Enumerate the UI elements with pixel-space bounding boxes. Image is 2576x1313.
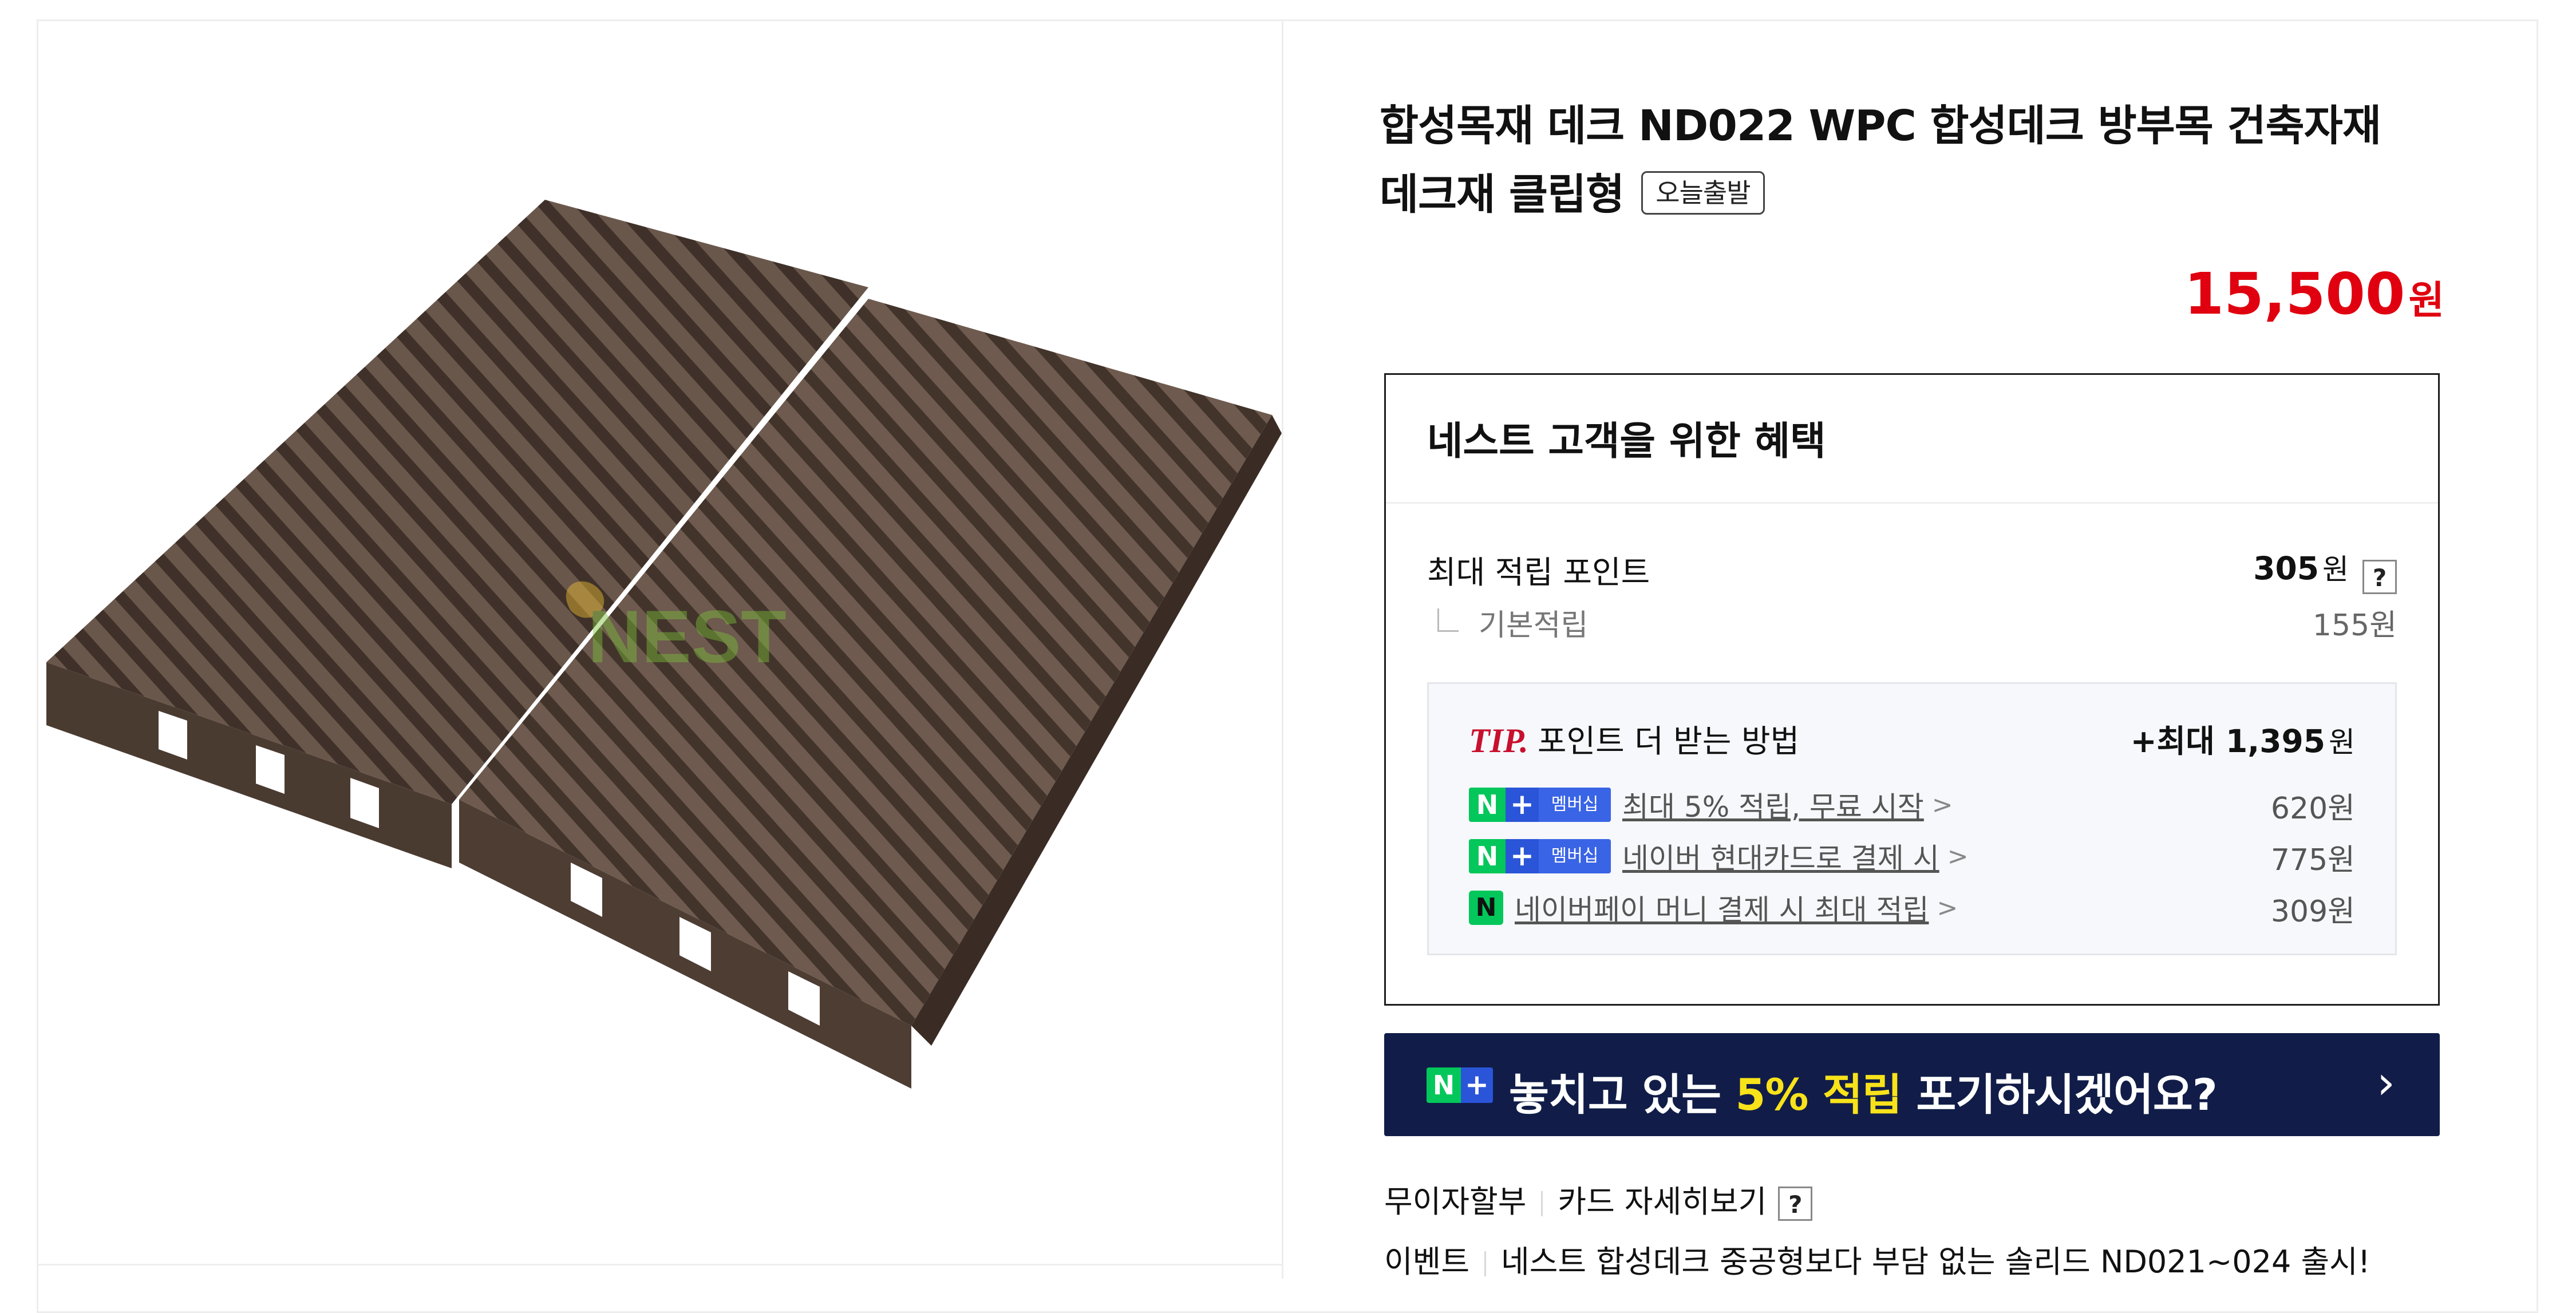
tip-item-naver-pay[interactable]: N 네이버페이 머니 결제 시 최대 적립 > 309원 [1469,887,2355,929]
tip-item-membership[interactable]: N + 멤버십 최대 5% 적립, 무료 시작 > 620원 [1469,784,2355,826]
badge-plus: + [1506,839,1539,873]
product-title-text: 합성목재 데크 ND022 WPC 합성데크 방부목 건축자재 데크재 클립형 [1380,101,2381,219]
separator [1541,1191,1543,1217]
tip-item-link[interactable]: 최대 5% 적립, 무료 시작 [1622,790,1924,824]
badge-n: N [1469,839,1506,873]
benefits-box: 네스트 고객을 위한 혜택 최대 적립 포인트 305 원? 기본적립 155원 … [1384,373,2440,1006]
column-divider [1282,19,1283,1279]
card-detail-link[interactable]: 카드 자세히보기 [1558,1184,1767,1220]
naver-pay-icon: N [1469,891,1503,925]
event-label: 이벤트 [1384,1244,1470,1280]
product-title: 합성목재 데크 ND022 WPC 합성데크 방부목 건축자재 데크재 클립형 오… [1380,92,2427,229]
event-text[interactable]: 네스트 합성데크 중공형보다 부담 없는 솔리드 ND021~024 출시! [1501,1244,2370,1280]
banner-text-after: 포기하시겠어요? [1916,1069,2218,1120]
tip-item-link[interactable]: 네이버 현대카드로 결제 시 [1622,842,1939,875]
badge-n: N [1427,1067,1461,1103]
max-points-help-button[interactable]: ? [2362,559,2397,594]
banner-text-highlight: 5% 적립 [1735,1069,1902,1120]
base-points-label: 기본적립 [1479,608,1589,643]
tree-corner-icon [1437,608,1459,632]
benefits-divider [1386,502,2438,504]
svg-text:NEST: NEST [588,595,787,678]
same-day-shipping-badge: 오늘출발 [1641,171,1765,215]
max-points-unit: 원 [2322,553,2349,586]
nest-watermark: NEST [566,581,787,678]
installment-row: 무이자할부 카드 자세히보기? [1384,1176,1813,1221]
banner-text: 놓치고 있는 5% 적립 포기하시겠어요? [1509,1059,2218,1122]
tip-title: 포인트 더 받는 방법 [1537,723,1800,760]
chevron-right-icon: › [2377,1056,2395,1109]
tip-max-unit: 원 [2329,726,2355,759]
max-points-value-wrap: 305 원? [2253,547,2397,594]
tip-item-link[interactable]: 네이버페이 머니 결제 시 최대 적립 [1515,893,1929,927]
chevron-right-icon: > [1931,790,1953,820]
event-row: 이벤트 네스트 합성데크 중공형보다 부담 없는 솔리드 ND021~024 출시… [1384,1236,2370,1282]
badge-plus: + [1461,1067,1493,1103]
base-points-row: 기본적립 155원 [1427,601,2397,644]
membership-banner[interactable]: N + 놓치고 있는 5% 적립 포기하시겠어요? › [1384,1033,2440,1136]
benefits-heading: 네스트 고객을 위한 혜택 [1427,419,1826,464]
chevron-right-icon: > [1947,841,1969,871]
tip-max-points: +최대 1,395 원 [2131,715,2355,761]
tip-item-hyundai-card[interactable]: N + 멤버십 네이버 현대카드로 결제 시 > 775원 [1469,836,2355,877]
tip-max-value: +최대 1,395 [2130,723,2325,760]
chevron-right-icon: > [1937,893,1958,923]
tip-item-amount: 775원 [2270,843,2355,877]
gallery-bottom-divider [37,1264,1283,1265]
base-points-value: 155원 [2312,608,2397,643]
naver-plus-membership-icon: N + 멤버십 [1469,788,1611,822]
product-image[interactable]: NEST [38,21,1282,1263]
naver-plus-membership-icon: N + 멤버십 [1469,839,1611,873]
tip-item-amount: 309원 [2270,895,2355,929]
product-price: 15,500원 [2184,260,2444,327]
max-points-row: 최대 적립 포인트 305 원? [1427,547,2397,594]
tip-heading: TIP. 포인트 더 받는 방법 [1469,715,1799,761]
card-help-button[interactable]: ? [1778,1187,1813,1221]
badge-text: 멤버십 [1539,788,1611,822]
naver-plus-icon: N + [1427,1067,1493,1103]
base-points-label-wrap: 기본적립 [1427,608,1588,643]
deck-boards-illustration: NEST [46,200,1282,1089]
max-points-value: 305 [2253,550,2319,587]
tip-item-amount: 620원 [2270,792,2355,826]
badge-text: 멤버십 [1539,839,1611,873]
price-currency: 원 [2408,278,2444,323]
tip-box: TIP. 포인트 더 받는 방법 +최대 1,395 원 N + 멤버십 최대 5% 적… [1427,682,2397,955]
badge-n: N [1469,788,1506,822]
max-points-label: 최대 적립 포인트 [1427,554,1650,591]
banner-text-before: 놓치고 있는 [1509,1069,1721,1120]
separator [1484,1251,1487,1277]
badge-plus: + [1506,788,1539,822]
tip-label: TIP. [1469,722,1528,760]
price-amount: 15,500 [2184,260,2405,327]
installment-label: 무이자할부 [1384,1184,1527,1220]
